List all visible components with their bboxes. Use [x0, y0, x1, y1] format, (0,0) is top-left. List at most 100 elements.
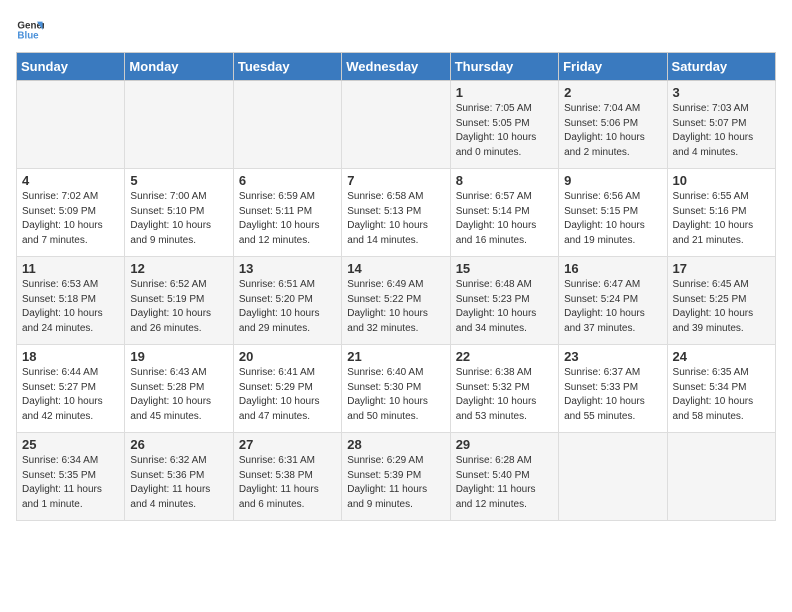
day-header-wednesday: Wednesday: [342, 53, 450, 81]
calendar-cell: 26Sunrise: 6:32 AM Sunset: 5:36 PM Dayli…: [125, 433, 233, 521]
cell-content: Sunrise: 6:28 AM Sunset: 5:40 PM Dayligh…: [456, 454, 553, 512]
cell-content: Sunrise: 7:02 AM Sunset: 5:09 PM Dayligh…: [22, 190, 119, 248]
svg-text:Blue: Blue: [17, 30, 39, 41]
cell-content: Sunrise: 6:47 AM Sunset: 5:24 PM Dayligh…: [564, 278, 661, 336]
day-number: 16: [564, 261, 661, 276]
cell-content: Sunrise: 6:44 AM Sunset: 5:27 PM Dayligh…: [22, 366, 119, 424]
calendar-cell: 6 Sunrise: 6:59 AM Sunset: 5:11 PM Daylig…: [233, 169, 341, 257]
day-number: 18: [22, 349, 119, 364]
cell-content: Sunrise: 6:49 AM Sunset: 5:22 PM Dayligh…: [347, 278, 444, 336]
day-number: 8: [456, 173, 553, 188]
calendar-cell: [667, 433, 775, 521]
cell-content: Sunrise: 6:31 AM Sunset: 5:38 PM Dayligh…: [239, 454, 336, 512]
cell-content: Sunrise: 6:53 AM Sunset: 5:18 PM Dayligh…: [22, 278, 119, 336]
day-number: 22: [456, 349, 553, 364]
day-number: 10: [673, 173, 770, 188]
calendar-cell: 19 Sunrise: 6:43 AM Sunset: 5:28 PM Dayli…: [125, 345, 233, 433]
calendar-cell: 7 Sunrise: 6:58 AM Sunset: 5:13 PM Daylig…: [342, 169, 450, 257]
calendar-cell: 28 Sunrise: 6:29 AM Sunset: 5:39 PM Dayli…: [342, 433, 450, 521]
logo: General Blue: [16, 16, 48, 44]
cell-content: Sunrise: 6:45 AM Sunset: 5:25 PM Dayligh…: [673, 278, 770, 336]
cell-content: Sunrise: 6:38 AM Sunset: 5:32 PM Dayligh…: [456, 366, 553, 424]
calendar-cell: 20 Sunrise: 6:41 AM Sunset: 5:29 PM Dayli…: [233, 345, 341, 433]
day-number: 27: [239, 437, 336, 452]
cell-content: Sunrise: 6:58 AM Sunset: 5:13 PM Dayligh…: [347, 190, 444, 248]
calendar-cell: 15 Sunrise: 6:48 AM Sunset: 5:23 PM Dayli…: [450, 257, 558, 345]
cell-content: Sunrise: 6:59 AM Sunset: 5:11 PM Dayligh…: [239, 190, 336, 248]
calendar-cell: 9Sunrise: 6:56 AM Sunset: 5:15 PM Daylig…: [559, 169, 667, 257]
cell-content: Sunrise: 7:03 AM Sunset: 5:07 PM Dayligh…: [673, 102, 770, 160]
calendar-cell: 17 Sunrise: 6:45 AM Sunset: 5:25 PM Dayli…: [667, 257, 775, 345]
day-header-sunday: Sunday: [17, 53, 125, 81]
calendar-cell: 8 Sunrise: 6:57 AM Sunset: 5:14 PM Daylig…: [450, 169, 558, 257]
calendar-cell: 16 Sunrise: 6:47 AM Sunset: 5:24 PM Dayli…: [559, 257, 667, 345]
cell-content: Sunrise: 6:52 AM Sunset: 5:19 PM Dayligh…: [130, 278, 227, 336]
day-number: 6: [239, 173, 336, 188]
calendar-cell: 4Sunrise: 7:02 AM Sunset: 5:09 PM Daylig…: [17, 169, 125, 257]
calendar-cell: 13 Sunrise: 6:51 AM Sunset: 5:20 PM Dayli…: [233, 257, 341, 345]
calendar-cell: [559, 433, 667, 521]
day-header-saturday: Saturday: [667, 53, 775, 81]
calendar-cell: 22 Sunrise: 6:38 AM Sunset: 5:32 PM Dayli…: [450, 345, 558, 433]
day-number: 3: [673, 85, 770, 100]
logo-icon: General Blue: [16, 16, 44, 44]
cell-content: Sunrise: 6:41 AM Sunset: 5:29 PM Dayligh…: [239, 366, 336, 424]
calendar-cell: 21 Sunrise: 6:40 AM Sunset: 5:30 PM Dayli…: [342, 345, 450, 433]
week-row-4: 18 Sunrise: 6:44 AM Sunset: 5:27 PM Dayli…: [17, 345, 776, 433]
day-number: 7: [347, 173, 444, 188]
cell-content: Sunrise: 7:04 AM Sunset: 5:06 PM Dayligh…: [564, 102, 661, 160]
week-row-2: 4Sunrise: 7:02 AM Sunset: 5:09 PM Daylig…: [17, 169, 776, 257]
cell-content: Sunrise: 6:37 AM Sunset: 5:33 PM Dayligh…: [564, 366, 661, 424]
cell-content: Sunrise: 6:43 AM Sunset: 5:28 PM Dayligh…: [130, 366, 227, 424]
day-number: 1: [456, 85, 553, 100]
week-row-1: 1 Sunrise: 7:05 AM Sunset: 5:05 PM Daylig…: [17, 81, 776, 169]
day-header-tuesday: Tuesday: [233, 53, 341, 81]
day-header-monday: Monday: [125, 53, 233, 81]
cell-content: Sunrise: 6:40 AM Sunset: 5:30 PM Dayligh…: [347, 366, 444, 424]
day-number: 21: [347, 349, 444, 364]
day-number: 12: [130, 261, 227, 276]
days-header-row: SundayMondayTuesdayWednesdayThursdayFrid…: [17, 53, 776, 81]
calendar-cell: 25 Sunrise: 6:34 AM Sunset: 5:35 PM Dayli…: [17, 433, 125, 521]
cell-content: Sunrise: 6:48 AM Sunset: 5:23 PM Dayligh…: [456, 278, 553, 336]
day-header-friday: Friday: [559, 53, 667, 81]
calendar-table: SundayMondayTuesdayWednesdayThursdayFrid…: [16, 52, 776, 521]
day-number: 25: [22, 437, 119, 452]
day-number: 20: [239, 349, 336, 364]
cell-content: Sunrise: 6:51 AM Sunset: 5:20 PM Dayligh…: [239, 278, 336, 336]
day-number: 26: [130, 437, 227, 452]
calendar-cell: 2 Sunrise: 7:04 AM Sunset: 5:06 PM Daylig…: [559, 81, 667, 169]
day-number: 2: [564, 85, 661, 100]
calendar-cell: 18 Sunrise: 6:44 AM Sunset: 5:27 PM Dayli…: [17, 345, 125, 433]
calendar-cell: 29 Sunrise: 6:28 AM Sunset: 5:40 PM Dayli…: [450, 433, 558, 521]
cell-content: Sunrise: 6:35 AM Sunset: 5:34 PM Dayligh…: [673, 366, 770, 424]
calendar-cell: 10 Sunrise: 6:55 AM Sunset: 5:16 PM Dayli…: [667, 169, 775, 257]
calendar-cell: 27 Sunrise: 6:31 AM Sunset: 5:38 PM Dayli…: [233, 433, 341, 521]
cell-content: Sunrise: 6:29 AM Sunset: 5:39 PM Dayligh…: [347, 454, 444, 512]
day-number: 19: [130, 349, 227, 364]
calendar-cell: 12 Sunrise: 6:52 AM Sunset: 5:19 PM Dayli…: [125, 257, 233, 345]
calendar-cell: 14Sunrise: 6:49 AM Sunset: 5:22 PM Dayli…: [342, 257, 450, 345]
day-number: 17: [673, 261, 770, 276]
cell-content: Sunrise: 7:00 AM Sunset: 5:10 PM Dayligh…: [130, 190, 227, 248]
cell-content: Sunrise: 6:57 AM Sunset: 5:14 PM Dayligh…: [456, 190, 553, 248]
calendar-cell: 11Sunrise: 6:53 AM Sunset: 5:18 PM Dayli…: [17, 257, 125, 345]
day-number: 13: [239, 261, 336, 276]
calendar-cell: [233, 81, 341, 169]
week-row-3: 11Sunrise: 6:53 AM Sunset: 5:18 PM Dayli…: [17, 257, 776, 345]
day-number: 29: [456, 437, 553, 452]
week-row-5: 25 Sunrise: 6:34 AM Sunset: 5:35 PM Dayli…: [17, 433, 776, 521]
day-number: 23: [564, 349, 661, 364]
calendar-cell: 3 Sunrise: 7:03 AM Sunset: 5:07 PM Daylig…: [667, 81, 775, 169]
calendar-cell: 1 Sunrise: 7:05 AM Sunset: 5:05 PM Daylig…: [450, 81, 558, 169]
calendar-cell: 5Sunrise: 7:00 AM Sunset: 5:10 PM Daylig…: [125, 169, 233, 257]
day-number: 24: [673, 349, 770, 364]
day-number: 15: [456, 261, 553, 276]
cell-content: Sunrise: 6:56 AM Sunset: 5:15 PM Dayligh…: [564, 190, 661, 248]
header: General Blue: [16, 16, 776, 44]
day-number: 28: [347, 437, 444, 452]
day-header-thursday: Thursday: [450, 53, 558, 81]
cell-content: Sunrise: 6:55 AM Sunset: 5:16 PM Dayligh…: [673, 190, 770, 248]
cell-content: Sunrise: 7:05 AM Sunset: 5:05 PM Dayligh…: [456, 102, 553, 160]
cell-content: Sunrise: 6:34 AM Sunset: 5:35 PM Dayligh…: [22, 454, 119, 512]
